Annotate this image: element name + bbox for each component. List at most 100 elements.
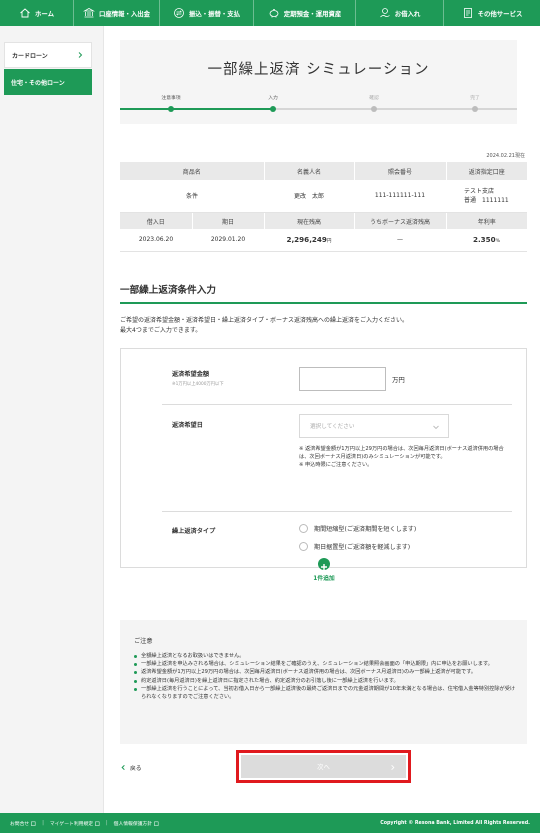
radio-circle[interactable]: [299, 542, 308, 551]
cell-account: テスト支店 普通 1111111: [446, 180, 527, 213]
th-rate: 年利率: [446, 213, 527, 229]
date-note: ※ 申込時限にご注意ください。: [299, 462, 373, 468]
chevron-right-icon: [391, 765, 395, 770]
loan-balance-table: 借入日 期日 現在残高 うちボーナス返済残高 年利率 2023.06.20 20…: [120, 213, 527, 252]
progress-bar-done: [120, 108, 273, 110]
account-number: 普通 1111111: [464, 196, 509, 204]
external-link-icon: [95, 821, 100, 826]
footer-link-privacy[interactable]: 個人情報保護方針: [114, 820, 159, 827]
sidebar-item-home-loan[interactable]: 住宅・その他ローン: [4, 69, 92, 95]
footer-separator: |: [106, 820, 108, 826]
list-item: 一部繰上返済を行うことによって、当初お借入日から一部繰上返済後の最終ご返済日まで…: [134, 685, 517, 701]
th-account: 返済指定口座: [446, 162, 527, 180]
next-button-inner[interactable]: 次へ: [241, 755, 406, 778]
list-item: 返済希望金額が1万円以上29万円の場合は、次回毎月返済日(ボーナス返済併用の場合…: [134, 668, 517, 676]
caution-title: ご注意: [134, 638, 153, 645]
main-content: 一部繰上返済 シミュレーション 注意事項 入力 確認 完了 2024.02.21…: [110, 26, 540, 813]
cell-borrow-date: 2023.06.20: [120, 229, 192, 252]
list-item: 一部繰上返済を申込みされる場合は、シミュレーション結果をご確認のうえ、シミュレー…: [134, 660, 517, 668]
type-label: 繰上返済タイプ: [172, 528, 216, 535]
cell-product: 条件: [120, 180, 264, 213]
external-link-icon: [31, 821, 36, 826]
th-ref-no: 照会番号: [354, 162, 447, 180]
list-item: 全額繰上返済となるお取扱いはできません。: [134, 652, 517, 660]
footer-link-terms[interactable]: マイゲート利用規定: [50, 820, 100, 827]
footer-link-label: お問合せ: [10, 821, 30, 827]
nav-loans[interactable]: お借入れ: [356, 0, 444, 26]
nav-loans-label: お借入れ: [394, 9, 421, 18]
nav-accounts[interactable]: 口座情報・入出金: [74, 0, 160, 26]
divider: [162, 404, 512, 405]
step-dot: [371, 106, 377, 112]
footer-link-contact[interactable]: お問合せ: [10, 820, 36, 827]
date-label: 返済希望日: [172, 422, 203, 429]
date-select-placeholder: 選択してください: [310, 424, 355, 430]
step-dot: [472, 106, 478, 112]
step-input: 入力: [243, 94, 303, 112]
date-notes: ※ 返済希望金額が1万円以上29万円の場合は、次回毎月返済日(ボーナス返済併用の…: [299, 445, 509, 469]
home-icon: [19, 7, 31, 19]
sidebar-item-label: 住宅・その他ローン: [11, 79, 65, 87]
amount-label: 返済希望金額: [172, 371, 210, 378]
back-link[interactable]: 戻る: [120, 763, 142, 772]
nav-deposits[interactable]: 定期預金・運用資産: [254, 0, 356, 26]
footer-link-label: マイゲート利用規定: [49, 821, 94, 827]
document-icon: [462, 7, 474, 19]
copyright: Copyright © Resona Bank, Limited All Rig…: [380, 820, 530, 826]
nav-accounts-label: 口座情報・入出金: [98, 9, 151, 18]
chevron-down-icon: [433, 425, 439, 430]
rate-unit: %: [495, 239, 501, 245]
th-due-date: 期日: [192, 213, 265, 229]
amount-unit: 万円: [392, 376, 405, 384]
loan-info-table: 商品名 名義人名 照会番号 返済指定口座 条件 更改 太郎 111-111111…: [120, 162, 527, 213]
step-header: 一部繰上返済 シミュレーション 注意事項 入力 確認 完了: [120, 40, 517, 124]
step-dot: [270, 106, 276, 112]
as-of-date: 2024.02.21現在: [486, 153, 525, 159]
section-desc-line: ご希望の返済希望金額・返済希望日・繰上返済タイプ・ボーナス返済残高への繰上返済を…: [120, 317, 409, 324]
nav-other-label: その他サービス: [477, 9, 523, 18]
sidebar-item-card-loan[interactable]: カードローン: [4, 42, 92, 68]
date-note: ※ 返済希望金額が1万円以上29万円の場合は、次回毎月返済日(ボーナス返済併用の…: [299, 446, 504, 460]
loan-icon: [379, 7, 391, 19]
radio-circle[interactable]: [299, 524, 308, 533]
footer-link-label: 個人情報保護方針: [113, 821, 153, 827]
cell-rate: 2.350%: [446, 229, 527, 252]
piggy-bank-icon: [268, 7, 280, 19]
next-label: 次へ: [317, 763, 330, 771]
section-desc-line: 最大4つまでご入力できます。: [120, 327, 202, 334]
sidebar-item-label: カードローン: [12, 52, 48, 60]
amount-input[interactable]: [299, 367, 386, 391]
nav-home[interactable]: ホーム: [0, 0, 74, 26]
nav-other[interactable]: その他サービス: [444, 0, 540, 26]
date-select[interactable]: 選択してください: [299, 414, 449, 438]
next-button[interactable]: 次へ: [236, 750, 411, 783]
step-label: 入力: [268, 96, 278, 101]
bank-icon: [82, 7, 95, 19]
sidebar: カードローン 住宅・その他ローン: [0, 26, 104, 813]
table-row: 2023.06.20 2029.01.20 2,296,249円 — 2.350…: [120, 229, 527, 252]
step-dot: [168, 106, 174, 112]
account-branch: テスト支店: [464, 187, 495, 195]
progress-bar-rest: [273, 108, 517, 110]
step-complete: 完了: [445, 94, 505, 112]
cell-due-date: 2029.01.20: [192, 229, 264, 252]
step-confirm: 確認: [344, 94, 404, 112]
radio-payment-reduction[interactable]: 期日据置型(ご返済額を軽減します): [299, 542, 410, 551]
radio-label: 期間短縮型(ご返済期間を短くします): [314, 526, 417, 533]
caution-box: ご注意 全額繰上返済となるお取扱いはできません。 一部繰上返済を申込みされる場合…: [120, 620, 527, 744]
nav-transfer[interactable]: 振込・振替・支払: [160, 0, 254, 26]
divider: [162, 511, 512, 512]
rate-value: 2.350: [472, 235, 496, 245]
plus-icon: [318, 558, 330, 570]
prepayment-form: 返済希望金額 ※1万円以上4000万円以下 万円 返済希望日 選択してください …: [120, 348, 527, 568]
th-product: 商品名: [120, 162, 265, 180]
list-item: 約定返済日(毎月返済日)を繰上返済日に指定された場合、約定返済分のお引落し後に一…: [134, 677, 517, 685]
radio-term-shortening[interactable]: 期間短縮型(ご返済期間を短くします): [299, 524, 416, 533]
cell-holder: 更改 太郎: [264, 180, 354, 213]
add-item-label: 1件追加: [313, 576, 335, 582]
balance-unit: 円: [326, 239, 332, 245]
cell-bonus-balance: —: [354, 229, 446, 252]
th-borrow-date: 借入日: [120, 213, 193, 229]
add-item-button[interactable]: 1件追加: [304, 558, 344, 588]
nav-deposits-label: 定期預金・運用資産: [283, 9, 342, 18]
